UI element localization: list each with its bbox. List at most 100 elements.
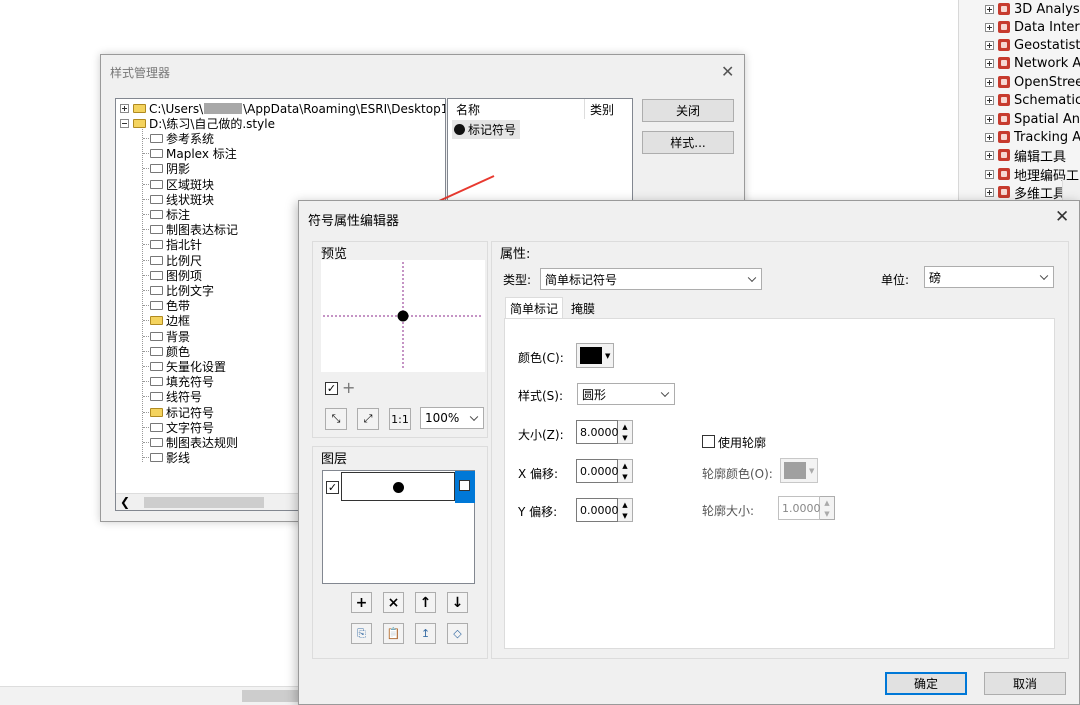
reset-icon[interactable]: ↥ [415, 623, 436, 644]
tree-item[interactable]: 阴影 [150, 161, 190, 176]
expand-icon[interactable] [985, 187, 994, 197]
copy-layer-icon[interactable]: ⎘ [351, 623, 372, 644]
tab-mask[interactable]: 掩膜 [567, 298, 599, 319]
actual-size-icon[interactable]: 1:1 [389, 408, 411, 430]
toolbox-item[interactable]: Schematic [985, 91, 1080, 109]
bottom-scrollbar[interactable] [0, 686, 300, 705]
expand-icon[interactable] [985, 4, 994, 14]
spin-up-icon[interactable]: ▲ [820, 497, 834, 508]
spin-down-icon[interactable]: ▼ [820, 508, 834, 519]
zoom-in-icon[interactable]: ⤡ [325, 408, 347, 430]
scrollbar-thumb[interactable] [144, 497, 264, 508]
symbol-type-select[interactable]: 简单标记符号 [540, 268, 762, 290]
outline-size-spinner[interactable]: 1.0000 ▲ ▼ [778, 496, 835, 520]
toolbox-item[interactable]: Tracking A [985, 128, 1080, 146]
toolbox-item[interactable]: Network A [985, 54, 1080, 72]
expand-icon[interactable] [985, 95, 994, 105]
spinner-buttons[interactable]: ▲ ▼ [618, 459, 633, 483]
x-offset-input[interactable]: 0.0000 [576, 459, 619, 483]
size-input[interactable]: 8.0000 [576, 420, 619, 444]
outline-color-picker-button[interactable]: ▼ [780, 458, 818, 483]
tree-item[interactable]: 比例尺 [150, 253, 202, 268]
tree-item[interactable]: 颜色 [150, 344, 190, 359]
expand-icon[interactable] [985, 132, 994, 142]
y-offset-spinner[interactable]: 0.0000 ▲ ▼ [576, 498, 633, 522]
tree-item[interactable]: 填充符号 [150, 374, 214, 389]
tree-item[interactable]: 标注 [150, 207, 190, 222]
layer-lock-button[interactable] [455, 471, 475, 503]
move-layer-up-button[interactable]: ↑ [415, 592, 436, 613]
spin-down-icon[interactable]: ▼ [618, 432, 632, 443]
layer-preview[interactable] [341, 472, 455, 501]
show-crosshair-checkbox[interactable]: ✓ [325, 382, 338, 395]
tree-item[interactable]: 指北针 [150, 237, 202, 252]
cancel-button[interactable]: 取消 [984, 672, 1066, 695]
tree-item[interactable]: Maplex 标注 [150, 146, 237, 161]
toolbox-item[interactable]: Spatial An [985, 110, 1080, 128]
unit-select[interactable]: 磅 [924, 266, 1054, 288]
tree-item[interactable]: 比例文字 [150, 283, 214, 298]
tree-item[interactable]: 参考系统 [150, 131, 214, 146]
scroll-left-icon[interactable]: ❮ [120, 495, 130, 509]
tree-item[interactable]: 线符号 [150, 389, 202, 404]
x-offset-spinner[interactable]: 0.0000 ▲ ▼ [576, 459, 633, 483]
tree-item[interactable]: 图例项 [150, 268, 202, 283]
spin-up-icon[interactable]: ▲ [618, 460, 632, 471]
toolbox-item[interactable]: 编辑工具 [985, 146, 1066, 165]
toolbox-item[interactable]: OpenStree [985, 73, 1080, 91]
outline-size-input[interactable]: 1.0000 [778, 496, 821, 520]
y-offset-input[interactable]: 0.0000 [576, 498, 619, 522]
collapse-icon[interactable] [120, 119, 129, 128]
tree-root-item[interactable]: C:\Users\ \AppData\Roaming\ESRI\Desktop10… [120, 101, 445, 116]
spin-up-icon[interactable]: ▲ [618, 421, 632, 432]
tree-item[interactable]: 色带 [150, 298, 190, 313]
toolbox-item[interactable]: Data Interop [985, 18, 1080, 36]
spin-down-icon[interactable]: ▼ [618, 471, 632, 482]
scrollbar-thumb[interactable] [242, 690, 300, 702]
column-header-name[interactable]: 名称 [456, 101, 480, 118]
size-spinner[interactable]: 8.0000 ▲ ▼ [576, 420, 633, 444]
expand-icon[interactable] [120, 104, 129, 113]
tree-item[interactable]: 矢量化设置 [150, 359, 226, 374]
ok-button[interactable]: 确定 [885, 672, 967, 695]
use-outline-checkbox[interactable] [702, 435, 715, 448]
tree-item[interactable]: 边框 [150, 313, 190, 328]
close-button[interactable]: 关闭 [642, 99, 734, 122]
toolbox-item[interactable]: 多维工具 [985, 183, 1066, 200]
expand-icon[interactable] [985, 40, 994, 50]
tree-item[interactable]: 背景 [150, 329, 190, 344]
spinner-buttons[interactable]: ▲ ▼ [820, 496, 835, 520]
expand-icon[interactable] [985, 114, 994, 124]
remove-layer-button[interactable]: × [383, 592, 404, 613]
column-divider[interactable] [584, 99, 585, 119]
move-layer-down-button[interactable]: ↓ [447, 592, 468, 613]
expand-icon[interactable] [985, 77, 994, 87]
tree-root-item[interactable]: D:\练习\自己做的.style [120, 116, 275, 131]
spin-down-icon[interactable]: ▼ [618, 510, 632, 521]
close-icon[interactable]: ✕ [1055, 207, 1069, 227]
expand-icon[interactable] [985, 169, 994, 179]
styles-button[interactable]: 样式... [642, 131, 734, 154]
paste-layer-icon[interactable]: 📋 [383, 623, 404, 644]
tree-item[interactable]: 影线 [150, 450, 190, 465]
toolbox-item[interactable]: 3D Analyst [985, 0, 1080, 18]
zoom-out-icon[interactable]: ⤢ [357, 408, 379, 430]
tree-item[interactable]: 制图表达规则 [150, 435, 238, 450]
expand-icon[interactable] [985, 58, 994, 68]
color-picker-button[interactable]: ▼ [576, 343, 614, 368]
spinner-buttons[interactable]: ▲ ▼ [618, 498, 633, 522]
close-icon[interactable]: ✕ [721, 62, 734, 81]
spinner-buttons[interactable]: ▲ ▼ [618, 420, 633, 444]
list-item[interactable]: 标记符号 [452, 120, 521, 139]
zoom-select[interactable]: 100% [420, 407, 484, 429]
tree-item[interactable]: 线状斑块 [150, 192, 214, 207]
column-header-category[interactable]: 类别 [590, 101, 614, 118]
tag-icon[interactable]: ◇ [447, 623, 468, 644]
tree-item[interactable]: 文字符号 [150, 420, 214, 435]
expand-icon[interactable] [985, 22, 994, 32]
layer-row[interactable]: ✓ [323, 471, 475, 503]
spin-up-icon[interactable]: ▲ [618, 499, 632, 510]
tree-item[interactable]: 区域斑块 [150, 177, 214, 192]
tree-item[interactable]: 标记符号 [150, 405, 214, 420]
tab-simple-marker[interactable]: 简单标记 [505, 297, 564, 319]
